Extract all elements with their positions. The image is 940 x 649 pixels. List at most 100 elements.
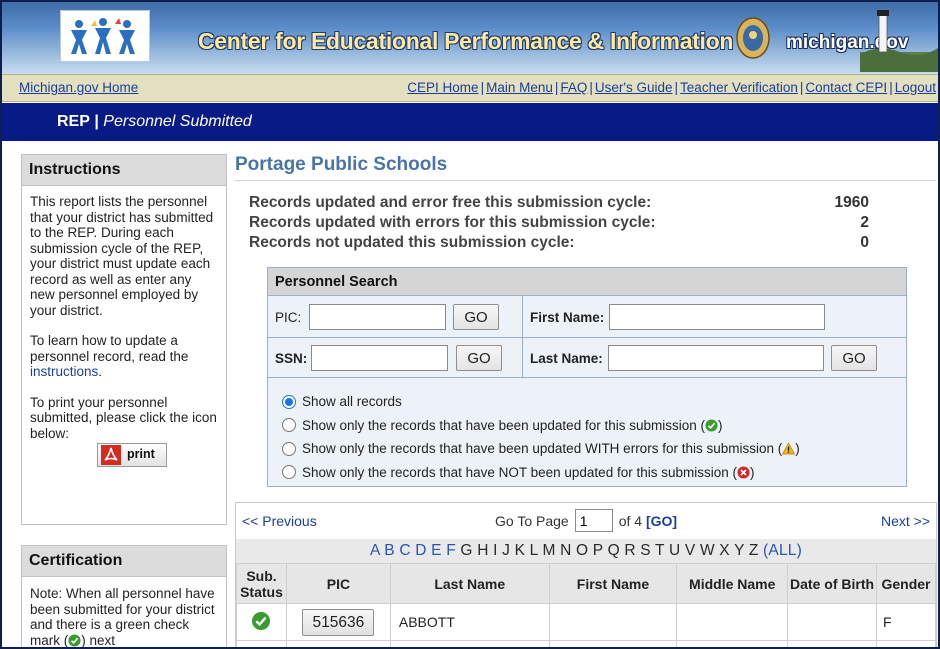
dob-cell: [787, 640, 877, 647]
nav-separator: |: [480, 80, 485, 95]
nav-link-main-menu[interactable]: Main Menu: [486, 80, 553, 95]
instructions-link[interactable]: instructions: [30, 364, 98, 379]
col-date-of-birth[interactable]: Date of Birth: [787, 563, 877, 604]
site-title: Center for Educational Performance & Inf…: [198, 28, 734, 54]
col-first-name[interactable]: First Name: [548, 563, 678, 604]
page-number-input[interactable]: [574, 509, 613, 532]
app-name: REP: [57, 113, 90, 130]
instructions-heading: Instructions: [22, 155, 226, 186]
warning-icon: [782, 442, 796, 455]
nav-link-users-guide[interactable]: User's Guide: [595, 80, 673, 95]
top-nav: Michigan.gov Home CEPI Home | Main Menu | FA…: [2, 74, 938, 102]
nav-link-logout[interactable]: Logout: [895, 80, 936, 95]
nav-link-cepi-home[interactable]: CEPI Home: [407, 80, 478, 95]
letter-o: O: [576, 542, 589, 559]
ssn-go-button[interactable]: GO: [456, 345, 502, 371]
certification-note-suffix: ) next: [81, 632, 116, 648]
radio-button[interactable]: [282, 394, 296, 409]
red-x-icon: [737, 466, 750, 479]
personnel-search-panel: Personnel Search PIC: GO First Name: SSN…: [267, 267, 907, 487]
cepi-logo: [60, 10, 150, 62]
first-name-input[interactable]: [609, 304, 825, 330]
certification-note: Note: When all personnel have been submi…: [30, 586, 215, 648]
submission-stats: Records updated and error free this subm…: [249, 194, 869, 254]
green-check-icon: [252, 611, 271, 630]
letter-link-e[interactable]: E: [431, 542, 442, 559]
ssn-label: SSN:: [275, 351, 308, 366]
letter-link-d[interactable]: D: [415, 542, 426, 559]
col-gender[interactable]: Gender: [875, 563, 936, 604]
instructions-link-prefix: To learn how to update a personnel recor…: [30, 333, 189, 364]
michigan-seal-icon: [733, 14, 773, 62]
radio-button[interactable]: [282, 465, 296, 480]
cepi-nav-links: CEPI Home | Main Menu | FAQ | User's Guide | Tea…: [407, 80, 936, 95]
nav-link-faq[interactable]: FAQ: [560, 80, 587, 95]
letter-link-b[interactable]: B: [384, 542, 395, 559]
ssn-input[interactable]: [311, 345, 448, 371]
go-to-page-label: Go To Page: [495, 512, 569, 529]
people-figures-icon: [71, 18, 135, 54]
filter-option-with-errors[interactable]: Show only the records that have been upd…: [282, 437, 800, 461]
letter-x: X: [719, 542, 730, 559]
filter-option-not-updated[interactable]: Show only the records that have NOT been…: [282, 461, 800, 485]
green-check-icon: [68, 633, 81, 647]
nav-separator: |: [889, 80, 893, 95]
lighthouse-icon: [860, 8, 938, 72]
radio-button[interactable]: [282, 441, 296, 456]
stat-label: Records updated and error free this subm…: [249, 194, 652, 211]
nav-link-teacher-verification[interactable]: Teacher Verification: [680, 80, 798, 95]
pic-record-button[interactable]: 515636: [302, 608, 375, 636]
letter-link-a[interactable]: A: [370, 542, 380, 559]
page-count: of 4: [618, 512, 643, 529]
pic-input[interactable]: [309, 304, 446, 330]
middle-name-cell: [676, 640, 789, 647]
site-banner: Center for Educational Performance & Inf…: [2, 2, 938, 74]
letter-p: P: [592, 542, 604, 559]
pic-go-button[interactable]: GO: [453, 304, 499, 330]
letter-s: S: [640, 542, 651, 559]
letter-n: N: [560, 542, 572, 559]
filter-option-all[interactable]: Show all records: [282, 390, 800, 414]
previous-page-link[interactable]: << Previous: [242, 513, 317, 529]
col-sub-status[interactable]: Sub. Status: [236, 563, 287, 604]
go-to-page: Go To Page of 4 [GO]: [495, 509, 677, 532]
letter-link-c[interactable]: C: [399, 542, 410, 559]
next-page-link[interactable]: Next >>: [881, 513, 930, 529]
letter-y: Y: [734, 542, 745, 559]
letter-i: I: [493, 542, 498, 559]
record-filter-group: Show all records Show only the records t…: [282, 390, 800, 484]
instructions-text: This report lists the personnel that you…: [30, 194, 214, 318]
title-divider: [235, 180, 936, 181]
col-last-name[interactable]: Last Name: [389, 563, 550, 604]
page-go-link[interactable]: [GO]: [646, 513, 677, 529]
last-name-label: Last Name:: [530, 351, 603, 366]
rep-separator: |: [94, 113, 99, 130]
filter-option-updated[interactable]: Show only the records that have been upd…: [282, 414, 800, 438]
filter-close-paren: ): [795, 441, 800, 457]
nav-link-contact-cepi[interactable]: Contact CEPI: [805, 80, 887, 95]
stat-row-with-errors: Records updated with errors for this sub…: [249, 214, 869, 234]
letter-m: M: [542, 542, 556, 559]
nav-separator: |: [554, 80, 559, 95]
letter-k: K: [514, 542, 526, 559]
first-name-label: First Name:: [530, 310, 605, 325]
school-title: Portage Public Schools: [235, 154, 448, 175]
stat-value: 0: [860, 234, 869, 251]
stat-value: 1960: [834, 194, 869, 211]
col-pic[interactable]: PIC: [285, 563, 391, 604]
filter-label: Show only the records that have been upd…: [302, 441, 783, 457]
status-cell: [236, 603, 287, 641]
print-button[interactable]: print: [97, 443, 167, 467]
letter-link-f[interactable]: F: [446, 542, 456, 559]
all-letters-link[interactable]: (ALL): [763, 542, 802, 559]
last-name-input[interactable]: [608, 345, 824, 371]
radio-button[interactable]: [282, 418, 296, 433]
letter-u: U: [668, 542, 681, 559]
gender-cell: [875, 640, 936, 647]
rep-title-bar: REP | Personnel Submitted: [2, 103, 938, 141]
print-label: print: [127, 447, 155, 462]
col-middle-name[interactable]: Middle Name: [676, 563, 789, 604]
nav-separator: |: [589, 80, 593, 95]
last-name-go-button[interactable]: GO: [831, 345, 877, 371]
michigan-gov-home-link[interactable]: Michigan.gov Home: [19, 80, 138, 95]
